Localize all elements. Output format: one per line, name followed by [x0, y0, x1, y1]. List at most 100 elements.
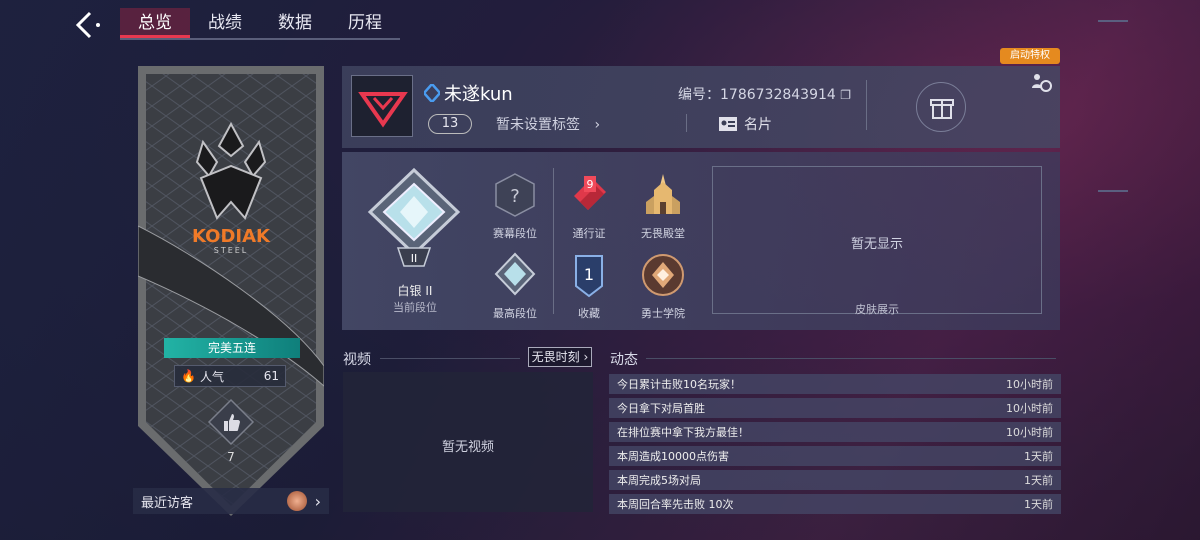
- team-logo-icon: [358, 92, 408, 128]
- player-id: 编号：1786732843914 ❐: [678, 84, 851, 104]
- hall-item[interactable]: 无畏殿堂: [628, 172, 698, 241]
- collection-shield-icon: 1: [575, 255, 603, 298]
- namecard-button[interactable]: 名片: [718, 114, 772, 134]
- tag-label: 暂未设置标签: [496, 117, 580, 133]
- academy-item[interactable]: 勇士学院: [628, 252, 698, 321]
- video-title: 视频: [343, 352, 371, 368]
- activity-row: 本周回合率先击败 10次 1天前: [609, 494, 1061, 514]
- activity-text: 本周造成10000点伤害: [617, 450, 729, 463]
- silver-rank-icon: II: [367, 167, 461, 267]
- castle-icon: [646, 174, 680, 214]
- back-button[interactable]: [70, 10, 104, 40]
- activity-time: 10小时前: [1006, 402, 1053, 415]
- chevron-right-icon: ›: [594, 117, 601, 133]
- divider: [553, 168, 554, 314]
- svg-text:1: 1: [584, 265, 594, 284]
- chevron-right-icon: ›: [583, 350, 589, 364]
- moments-button[interactable]: 无畏时刻 ›: [528, 347, 592, 367]
- deco-line: [1098, 190, 1128, 192]
- activity-text: 本周回合率先击败 10次: [617, 498, 734, 511]
- deco-line: [1098, 20, 1128, 22]
- player-level: 13: [428, 114, 472, 134]
- player-id-text: 编号：1786732843914: [678, 87, 836, 103]
- settings-button[interactable]: [1028, 70, 1054, 96]
- battlepass-item[interactable]: 9 通行证: [554, 172, 624, 241]
- activity-row: 今日拿下对局首胜 10小时前: [609, 398, 1061, 418]
- season-rank-item[interactable]: ? 赛幕段位: [480, 172, 550, 241]
- highest-rank-label: 最高段位: [493, 307, 537, 320]
- tabs-underline: [120, 38, 400, 40]
- player-card[interactable]: KODIAK STEEL: [138, 66, 324, 516]
- gear-icon: [1032, 74, 1052, 92]
- activity-time: 1天前: [1024, 474, 1053, 487]
- player-avatar[interactable]: [351, 75, 413, 137]
- recent-visitors[interactable]: 最近访客 ›: [133, 488, 329, 514]
- svg-text:?: ?: [510, 186, 520, 207]
- skin-empty-text: 暂无显示: [850, 237, 903, 252]
- svg-text:9: 9: [587, 178, 594, 191]
- main-tabs: 总览 战绩 数据 历程: [120, 8, 400, 38]
- season-rank-label: 赛幕段位: [493, 227, 537, 240]
- current-rank-name: 白银 II: [397, 284, 433, 298]
- title-banner: 完美五连: [164, 338, 300, 358]
- divider: [646, 358, 1056, 359]
- activity-title: 动态: [610, 352, 638, 368]
- tab-history[interactable]: 历程: [330, 8, 400, 38]
- academy-label: 勇士学院: [641, 307, 685, 320]
- collection-item[interactable]: 1 收藏: [554, 252, 624, 321]
- skin-label: 皮肤展示: [855, 303, 899, 316]
- visitors-label: 最近访客: [141, 495, 194, 511]
- video-empty-text: 暂无视频: [441, 440, 494, 455]
- tab-record[interactable]: 战绩: [190, 8, 260, 38]
- activity-text: 今日拿下对局首胜: [617, 402, 705, 415]
- brand-name: KODIAK: [192, 226, 270, 247]
- activity-time: 1天前: [1024, 450, 1053, 463]
- current-rank-label: 当前段位: [393, 301, 437, 314]
- verified-icon: [424, 84, 440, 102]
- activity-time: 10小时前: [1006, 378, 1053, 391]
- copy-icon[interactable]: ❐: [840, 88, 851, 102]
- tab-data[interactable]: 数据: [260, 8, 330, 38]
- thumbs-up-icon: [207, 398, 255, 446]
- highest-rank-icon: [494, 252, 536, 296]
- pass-ticket-icon: 9: [574, 176, 606, 210]
- moments-label: 无畏时刻: [531, 350, 580, 364]
- tab-overview[interactable]: 总览: [120, 8, 190, 38]
- svg-text:II: II: [411, 252, 418, 265]
- activity-time: 1天前: [1024, 498, 1053, 511]
- current-rank-badge[interactable]: II: [362, 166, 466, 272]
- popularity-box: 🔥 人气 61: [174, 365, 286, 387]
- card-icon: [719, 117, 737, 131]
- namecard-label: 名片: [744, 117, 772, 133]
- popularity-label: 人气: [199, 369, 224, 384]
- activity-row: 本周造成10000点伤害 1天前: [609, 446, 1061, 466]
- activity-row: 在排位赛中拿下我方最佳！ 10小时前: [609, 422, 1061, 442]
- visitor-avatar: [286, 491, 307, 511]
- collection-label: 收藏: [578, 307, 600, 320]
- brand-sub: STEEL: [213, 246, 249, 255]
- academy-emblem-icon: [642, 254, 684, 296]
- player-tag[interactable]: 暂未设置标签 ›: [496, 114, 600, 134]
- activity-row: 本周完成5场对局 1天前: [609, 470, 1061, 490]
- kodiak-paw-icon: [195, 122, 267, 220]
- boost-badge[interactable]: 启动特权: [1000, 48, 1060, 64]
- divider: [686, 114, 687, 132]
- activity-text: 今日累计击败10名玩家！: [617, 378, 741, 391]
- player-name: 未遂kun: [444, 84, 513, 105]
- question-icon: ?: [495, 173, 535, 217]
- like-count: 7: [227, 450, 235, 464]
- flame-icon: 🔥: [181, 369, 196, 383]
- activity-text: 本周完成5场对局: [617, 474, 701, 487]
- divider: [866, 80, 867, 130]
- chevron-right-icon: ›: [314, 491, 321, 511]
- popularity-value: 61: [263, 369, 279, 383]
- player-name-row: 未遂kun: [424, 80, 513, 106]
- activity-row: 今日累计击败10名玩家！ 10小时前: [609, 374, 1061, 394]
- back-arrow-icon: [75, 11, 100, 39]
- highest-rank-item[interactable]: 最高段位: [480, 252, 550, 321]
- gift-button[interactable]: [916, 82, 966, 132]
- gift-icon: [930, 99, 954, 119]
- activity-text: 在排位赛中拿下我方最佳！: [617, 426, 749, 439]
- battlepass-label: 通行证: [572, 227, 606, 240]
- like-button[interactable]: [207, 398, 255, 446]
